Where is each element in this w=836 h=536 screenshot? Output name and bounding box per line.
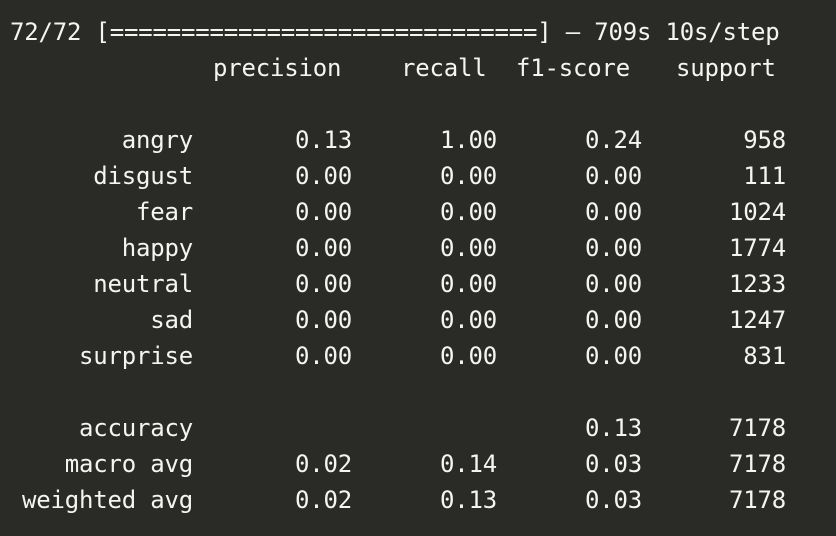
progress-bar: [==============================] [95, 18, 552, 46]
class-rows: angry 0.13 1.00 0.24 958 disgust 0.00 0.00 0.00 1… [10, 122, 836, 374]
time-per-step: 10s/step [665, 18, 780, 46]
recall-value: 0.00 [440, 342, 497, 370]
precision-value: 0.00 [295, 342, 352, 370]
precision-value: 0.00 [295, 234, 352, 262]
row-label: angry [121, 126, 193, 154]
summary-rows: accuracy 0.13 7178 macro avg 0.02 0.14 0.03 717… [10, 410, 836, 518]
precision-value: 0.00 [295, 162, 352, 190]
row-label: macro avg [64, 450, 193, 478]
class-row: disgust 0.00 0.00 0.00 111 [10, 158, 836, 194]
report-header: precision recall f1-score support [10, 50, 836, 86]
terminal-output: 72/72 [==============================] –… [0, 0, 836, 536]
f1-score-value: 0.00 [585, 306, 642, 334]
header-f1-score: f1-score [516, 54, 630, 82]
header-recall: recall [401, 54, 487, 82]
recall-value: 0.13 [440, 486, 497, 514]
support-value: 111 [743, 162, 786, 190]
recall-value: 0.00 [440, 270, 497, 298]
support-value: 7178 [729, 486, 786, 514]
precision-value: 0.13 [295, 126, 352, 154]
f1-score-value: 0.00 [585, 342, 642, 370]
progress-line: 72/72 [==============================] –… [10, 14, 836, 50]
row-label: surprise [79, 342, 193, 370]
recall-value: 0.00 [440, 306, 497, 334]
precision-value: 0.00 [295, 198, 352, 226]
precision-value: 0.02 [295, 486, 352, 514]
recall-value: 0.14 [440, 450, 497, 478]
row-label: sad [150, 306, 193, 334]
f1-score-value: 0.13 [585, 414, 642, 442]
summary-row: accuracy 0.13 7178 [10, 410, 836, 446]
f1-score-value: 0.03 [585, 450, 642, 478]
class-row: happy 0.00 0.00 0.00 1774 [10, 230, 836, 266]
class-row: angry 0.13 1.00 0.24 958 [10, 122, 836, 158]
row-label: weighted avg [22, 486, 193, 514]
f1-score-value: 0.03 [585, 486, 642, 514]
elapsed-time: 709s [594, 18, 652, 46]
header-support: support [676, 54, 776, 82]
f1-score-value: 0.00 [585, 162, 642, 190]
header-precision: precision [213, 54, 342, 82]
row-label: fear [136, 198, 193, 226]
precision-value: 0.00 [295, 270, 352, 298]
recall-value: 0.00 [440, 234, 497, 262]
recall-value: 0.00 [440, 162, 497, 190]
precision-value: 0.00 [295, 306, 352, 334]
summary-row: macro avg 0.02 0.14 0.03 7178 [10, 446, 836, 482]
class-row: surprise 0.00 0.00 0.00 831 [10, 338, 836, 374]
row-label: accuracy [79, 414, 193, 442]
class-row: sad 0.00 0.00 0.00 1247 [10, 302, 836, 338]
class-row: fear 0.00 0.00 0.00 1024 [10, 194, 836, 230]
f1-score-value: 0.00 [585, 198, 642, 226]
row-label: disgust [93, 162, 193, 190]
row-label: neutral [93, 270, 193, 298]
support-value: 7178 [729, 450, 786, 478]
support-value: 831 [743, 342, 786, 370]
f1-score-value: 0.00 [585, 234, 642, 262]
summary-row: weighted avg 0.02 0.13 0.03 7178 [10, 482, 836, 518]
precision-value: 0.02 [295, 450, 352, 478]
support-value: 1024 [729, 198, 786, 226]
f1-score-value: 0.24 [585, 126, 642, 154]
support-value: 1774 [729, 234, 786, 262]
support-value: 7178 [729, 414, 786, 442]
f1-score-value: 0.00 [585, 270, 642, 298]
support-value: 1247 [729, 306, 786, 334]
support-value: 1233 [729, 270, 786, 298]
step-counter: 72/72 [10, 18, 82, 46]
class-row: neutral 0.00 0.00 0.00 1233 [10, 266, 836, 302]
support-value: 958 [743, 126, 786, 154]
recall-value: 1.00 [440, 126, 497, 154]
progress-dash: – [565, 18, 580, 46]
recall-value: 0.00 [440, 198, 497, 226]
row-label: happy [121, 234, 193, 262]
